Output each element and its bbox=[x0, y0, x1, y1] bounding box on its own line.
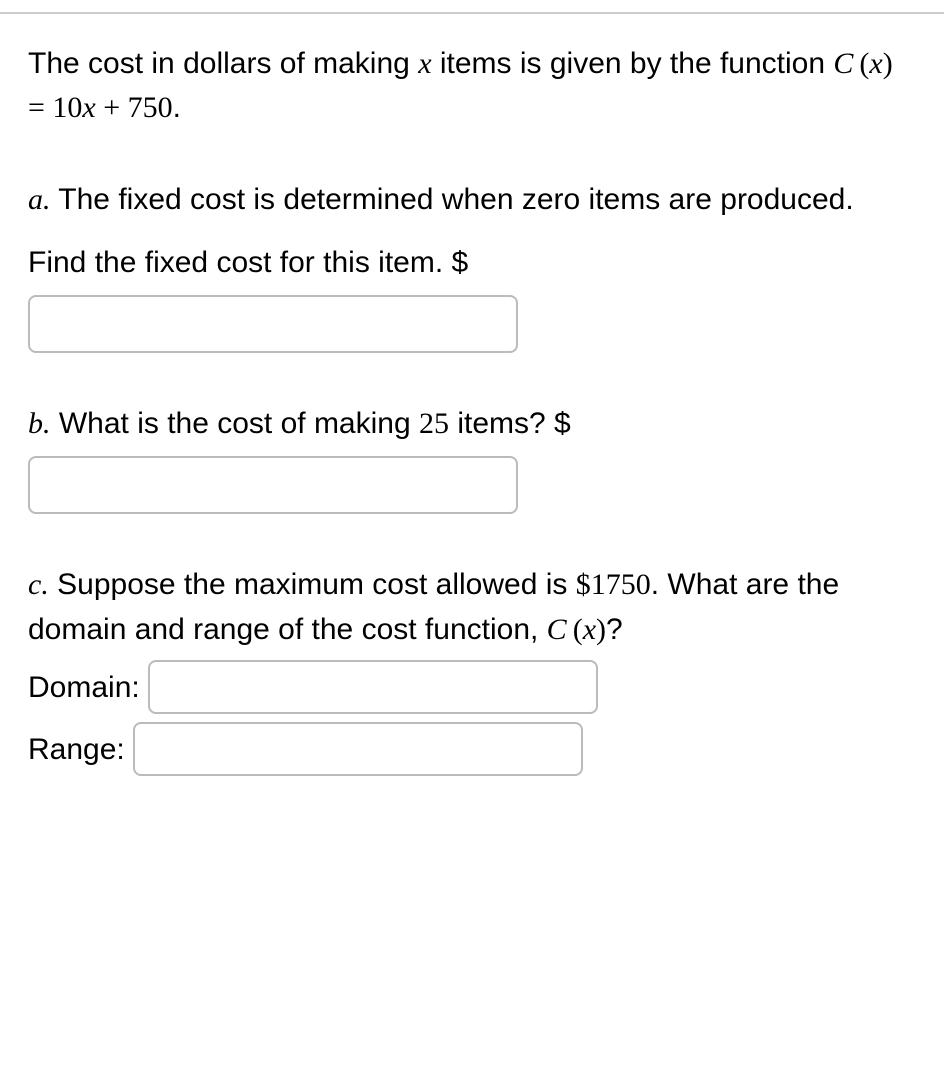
part-c-label: c. bbox=[28, 568, 49, 601]
domain-label: Domain: bbox=[28, 665, 140, 710]
problem-statement: The cost in dollars of making x items is… bbox=[28, 42, 916, 129]
part-b-prefix: What is the cost of making bbox=[51, 407, 419, 440]
paren-open: ( bbox=[859, 47, 869, 80]
max-cost: $1750 bbox=[576, 568, 651, 601]
part-b: b. What is the cost of making 25 items? … bbox=[28, 401, 916, 514]
part-c-paren-open: ( bbox=[573, 613, 583, 646]
range-label: Range: bbox=[28, 727, 125, 772]
intro-text-prefix: The cost in dollars of making bbox=[28, 47, 418, 80]
paren-close: ) bbox=[883, 47, 893, 80]
fixed-cost-input[interactable] bbox=[28, 295, 518, 353]
coef: 10 bbox=[52, 91, 82, 124]
equals: = bbox=[28, 91, 52, 124]
part-b-count: 25 bbox=[419, 407, 449, 440]
plus: + bbox=[96, 91, 128, 124]
part-a-text1: a. The fixed cost is determined when zer… bbox=[28, 177, 916, 222]
rhs-x: x bbox=[82, 91, 95, 124]
range-row: Range: bbox=[28, 722, 916, 776]
part-b-text: b. What is the cost of making 25 items? … bbox=[28, 401, 916, 446]
const: 750 bbox=[128, 91, 173, 124]
cost-25-input[interactable] bbox=[28, 456, 518, 514]
part-c-C: C bbox=[547, 613, 567, 646]
domain-input[interactable] bbox=[148, 660, 598, 714]
part-c-q: ? bbox=[606, 613, 623, 646]
part-c-x: x bbox=[583, 613, 596, 646]
range-input[interactable] bbox=[133, 722, 583, 776]
func-C: C bbox=[833, 47, 853, 80]
domain-row: Domain: bbox=[28, 660, 916, 714]
part-c-paren-close: ) bbox=[596, 613, 606, 646]
part-a-prompt: Find the fixed cost for this item. $ bbox=[28, 240, 916, 285]
func-x: x bbox=[869, 47, 882, 80]
part-b-suffix: items? $ bbox=[449, 407, 571, 440]
part-a-label: a. bbox=[28, 183, 51, 216]
variable-x: x bbox=[418, 47, 431, 80]
part-a-desc: The fixed cost is determined when zero i… bbox=[51, 183, 854, 216]
intro-text-suffix: items is given by the function bbox=[432, 47, 834, 80]
period: . bbox=[173, 91, 181, 124]
question-content: The cost in dollars of making x items is… bbox=[0, 14, 944, 804]
part-c-func: C (x) bbox=[547, 613, 606, 646]
part-b-label: b. bbox=[28, 407, 51, 440]
part-c-text: c. Suppose the maximum cost allowed is $… bbox=[28, 562, 916, 652]
part-c-prefix: Suppose the maximum cost allowed is bbox=[49, 568, 576, 601]
part-c: c. Suppose the maximum cost allowed is $… bbox=[28, 562, 916, 776]
part-a: a. The fixed cost is determined when zer… bbox=[28, 177, 916, 353]
